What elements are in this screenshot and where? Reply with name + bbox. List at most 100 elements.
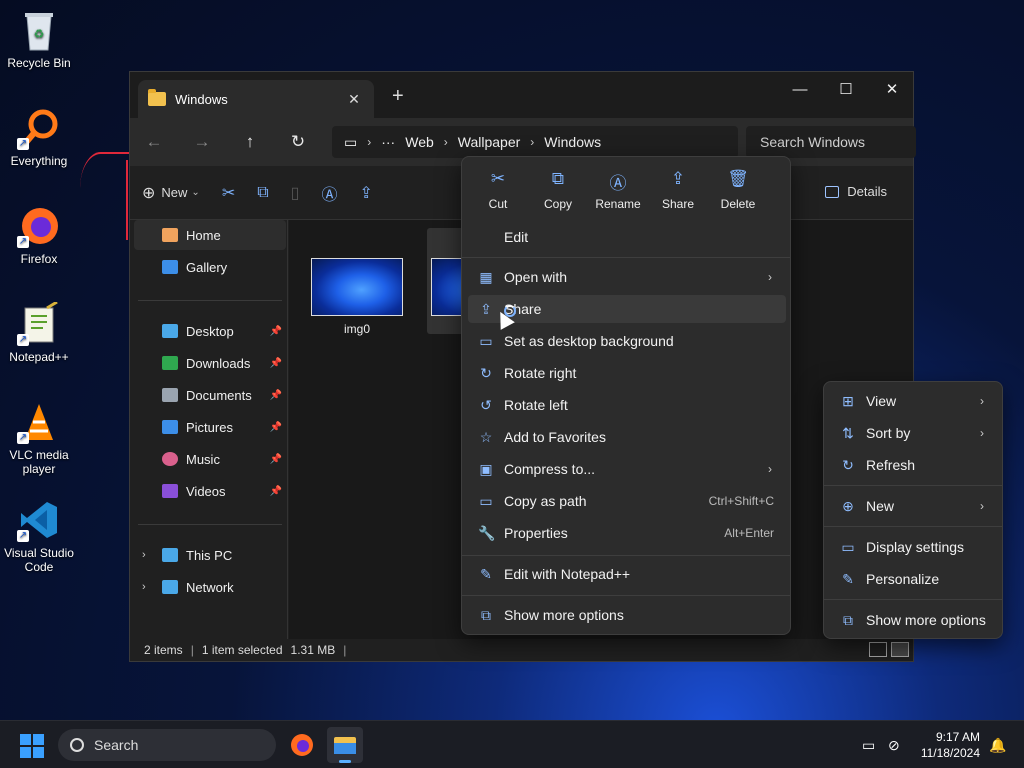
rename-toolbar-button[interactable]: Ⓐ bbox=[321, 181, 337, 205]
folder-icon bbox=[148, 89, 166, 106]
pin-icon[interactable]: 📌 bbox=[270, 422, 282, 433]
home-icon bbox=[162, 228, 178, 242]
back-button[interactable]: ← bbox=[130, 132, 178, 152]
refresh-button[interactable]: ↻ bbox=[274, 132, 322, 152]
menu-item-sort-by[interactable]: ⇅ Sort by › bbox=[830, 419, 998, 447]
cut-button[interactable]: ✂ Cut bbox=[468, 165, 528, 219]
tiles-view-button[interactable] bbox=[891, 642, 909, 657]
minimize-button[interactable]: — bbox=[777, 76, 823, 104]
taskbar-search[interactable]: Search bbox=[58, 729, 276, 761]
menu-item-open-with[interactable]: ▦ Open with › bbox=[468, 263, 786, 291]
new-tab-button[interactable]: + bbox=[392, 85, 404, 108]
sidebar-item-gallery[interactable]: Gallery bbox=[134, 252, 286, 282]
file-item[interactable]: img0 bbox=[302, 228, 412, 336]
taskbar-file-explorer[interactable] bbox=[327, 727, 363, 763]
cut-toolbar-button[interactable]: ✂ bbox=[222, 183, 235, 203]
forward-button[interactable]: → bbox=[178, 132, 226, 152]
menu-item-view[interactable]: ⊞ View › bbox=[830, 387, 998, 415]
close-window-button[interactable]: ✕ bbox=[869, 76, 915, 104]
pin-icon[interactable]: 📌 bbox=[270, 358, 282, 369]
sidebar-item-this-pc[interactable]: › This PC bbox=[134, 540, 286, 570]
chevron-right-icon[interactable]: › bbox=[142, 549, 146, 561]
start-button[interactable] bbox=[20, 734, 44, 758]
system-clock[interactable]: 9:17 AM 11/18/2024 bbox=[921, 729, 980, 761]
search-input[interactable]: Search Windows bbox=[746, 126, 916, 158]
menu-item-refresh[interactable]: ↻ Refresh bbox=[830, 451, 998, 479]
sidebar-item-network[interactable]: › Network bbox=[134, 572, 286, 602]
sidebar-item-label: Downloads bbox=[186, 355, 251, 371]
firefox-icon: ↗ bbox=[17, 204, 61, 248]
windows-logo-tile bbox=[33, 747, 44, 758]
desktop-icon-vscode[interactable]: ↗ Visual Studio Code bbox=[4, 498, 74, 574]
breadcrumb-more[interactable]: ··· bbox=[381, 134, 395, 150]
sidebar-item-music[interactable]: Music 📌 bbox=[134, 444, 286, 474]
breadcrumb-wallpaper[interactable]: Wallpaper bbox=[458, 134, 521, 150]
rename-button[interactable]: Ⓐ Rename bbox=[588, 165, 648, 219]
breadcrumb-web[interactable]: Web bbox=[405, 134, 434, 150]
menu-item-show-more-options[interactable]: ⧉ Show more options bbox=[468, 601, 786, 629]
divider bbox=[824, 526, 1002, 527]
sidebar-item-label: Desktop bbox=[186, 323, 234, 339]
item-count: 2 items bbox=[144, 643, 183, 657]
desktop-icon-everything[interactable]: ↗ Everything bbox=[4, 106, 74, 168]
sidebar-item-desktop[interactable]: Desktop 📌 bbox=[134, 316, 286, 346]
taskbar-firefox[interactable] bbox=[284, 727, 320, 763]
delete-button[interactable]: 🗑 Delete bbox=[708, 165, 768, 219]
paste-toolbar-button[interactable]: ▯ bbox=[291, 183, 300, 203]
menu-item-personalize[interactable]: ✎ Personalize bbox=[830, 565, 998, 593]
menu-item-display-settings[interactable]: ▭ Display settings bbox=[830, 533, 998, 561]
menu-item-properties[interactable]: 🔧 Properties Alt+Enter bbox=[468, 519, 786, 547]
network-tray-icon[interactable]: ⊘ bbox=[888, 737, 900, 754]
sidebar-item-downloads[interactable]: Downloads 📌 bbox=[134, 348, 286, 378]
breadcrumb-windows[interactable]: Windows bbox=[544, 134, 601, 150]
menu-item-rotate-right[interactable]: ↻ Rotate right bbox=[468, 359, 786, 387]
tab-windows[interactable]: Windows ✕ bbox=[138, 80, 374, 118]
new-label: New bbox=[161, 185, 188, 200]
chevron-right-icon[interactable]: › bbox=[530, 135, 534, 149]
music-icon bbox=[162, 452, 178, 466]
sidebar-item-documents[interactable]: Documents 📌 bbox=[134, 380, 286, 410]
pin-icon[interactable]: 📌 bbox=[270, 454, 282, 465]
share-icon: ⇪ bbox=[670, 169, 686, 188]
share-button[interactable]: ⇪ Share bbox=[648, 165, 708, 219]
monitor-icon[interactable]: ▭ bbox=[344, 134, 357, 151]
desktop-icon-firefox[interactable]: ↗ Firefox bbox=[4, 204, 74, 266]
copy-button[interactable]: ⧉ Copy bbox=[528, 165, 588, 219]
sidebar-item-videos[interactable]: Videos 📌 bbox=[134, 476, 286, 506]
display-tray-icon[interactable]: ▭ bbox=[862, 737, 875, 754]
menu-item-new[interactable]: ⊕ New › bbox=[830, 492, 998, 520]
chevron-right-icon[interactable]: › bbox=[444, 135, 448, 149]
divider bbox=[824, 599, 1002, 600]
menu-item-edit[interactable]: Edit bbox=[468, 223, 786, 251]
desktop-icon-vlc[interactable]: ↗ VLC media player bbox=[4, 400, 74, 476]
menu-item-show-more-options[interactable]: ⧉ Show more options bbox=[830, 606, 998, 634]
chevron-right-icon[interactable]: › bbox=[142, 581, 146, 593]
menu-item-rotate-left[interactable]: ↺ Rotate left bbox=[468, 391, 786, 419]
menu-item-set-desktop-background[interactable]: ▭ Set as desktop background bbox=[468, 327, 786, 355]
desktop-icon-notepadpp[interactable]: ↗ Notepad++ bbox=[4, 300, 74, 364]
details-button[interactable]: Details bbox=[825, 184, 887, 199]
open-with-icon: ▦ bbox=[479, 268, 493, 285]
address-bar[interactable]: ▭ › ··· Web › Wallpaper › Windows bbox=[332, 126, 738, 158]
menu-item-copy-as-path[interactable]: ▭ Copy as path Ctrl+Shift+C bbox=[468, 487, 786, 515]
share-toolbar-button[interactable]: ⇪ bbox=[359, 183, 372, 203]
sidebar-item-pictures[interactable]: Pictures 📌 bbox=[134, 412, 286, 442]
menu-item-label: Show more options bbox=[504, 607, 624, 623]
new-button[interactable]: ⊕ New ⌄ bbox=[142, 183, 200, 203]
details-view-button[interactable] bbox=[869, 642, 887, 657]
close-tab-icon[interactable]: ✕ bbox=[344, 91, 364, 108]
pin-icon[interactable]: 📌 bbox=[270, 390, 282, 401]
maximize-button[interactable]: ☐ bbox=[823, 76, 869, 104]
up-button[interactable]: ↑ bbox=[226, 132, 274, 152]
menu-item-add-to-favorites[interactable]: ☆ Add to Favorites bbox=[468, 423, 786, 451]
chevron-right-icon[interactable]: › bbox=[367, 135, 371, 149]
sidebar-item-home[interactable]: Home bbox=[134, 220, 286, 250]
sidebar-item-label: Music bbox=[186, 451, 220, 467]
menu-item-edit-with-notepadpp[interactable]: ✎ Edit with Notepad++ bbox=[468, 560, 786, 588]
bell-icon[interactable]: 🔔 bbox=[989, 737, 1006, 754]
desktop-icon-recycle-bin[interactable]: ♻ Recycle Bin bbox=[4, 8, 74, 70]
copy-toolbar-button[interactable]: ⧉ bbox=[257, 184, 268, 202]
pin-icon[interactable]: 📌 bbox=[270, 486, 282, 497]
menu-item-compress-to[interactable]: ▣ Compress to... › bbox=[468, 455, 786, 483]
pin-icon[interactable]: 📌 bbox=[270, 326, 282, 337]
